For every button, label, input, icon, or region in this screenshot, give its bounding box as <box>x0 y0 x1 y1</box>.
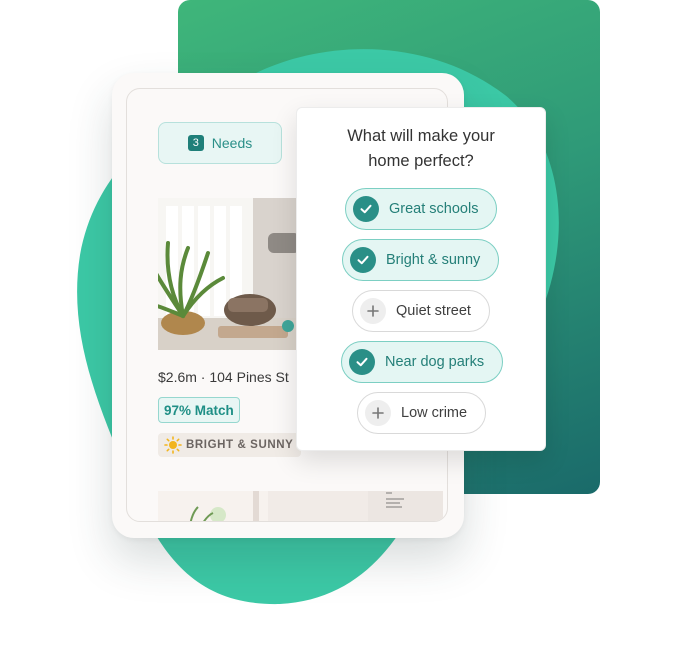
check-icon <box>353 196 379 222</box>
option-quiet-street[interactable]: Quiet street <box>352 290 490 332</box>
check-icon <box>350 247 376 273</box>
option-label: Bright & sunny <box>386 252 481 268</box>
popover-title-line-2: home perfect? <box>368 152 474 170</box>
popover-title: What will make your home perfect? <box>297 124 545 174</box>
feature-badge: BRIGHT & SUNNY <box>158 433 302 457</box>
feature-badge-label: BRIGHT & SUNNY <box>186 439 294 451</box>
needs-popover: What will make your home perfect? Great … <box>296 107 546 451</box>
option-low-crime[interactable]: Low crime <box>357 392 487 434</box>
match-badge: 97% Match <box>158 397 240 423</box>
needs-label: Needs <box>211 135 253 151</box>
option-near-dog-parks[interactable]: Near dog parks <box>341 341 504 383</box>
plus-icon <box>360 298 386 324</box>
listing-price-address: $2.6m · 104 Pines St <box>158 369 289 385</box>
plus-icon <box>365 400 391 426</box>
option-label: Near dog parks <box>385 354 485 370</box>
sun-icon <box>164 436 182 454</box>
option-label: Quiet street <box>396 303 471 319</box>
option-bright-sunny[interactable]: Bright & sunny <box>342 239 500 281</box>
option-label: Great schools <box>389 201 479 217</box>
option-label: Low crime <box>401 405 468 421</box>
option-great-schools[interactable]: Great schools <box>345 188 498 230</box>
check-icon <box>349 349 375 375</box>
popover-title-line-1: What will make your <box>347 127 495 145</box>
needs-count-badge: 3 <box>187 135 204 151</box>
listing-photo-secondary[interactable] <box>158 491 443 521</box>
needs-button[interactable]: 3 Needs <box>158 122 282 164</box>
